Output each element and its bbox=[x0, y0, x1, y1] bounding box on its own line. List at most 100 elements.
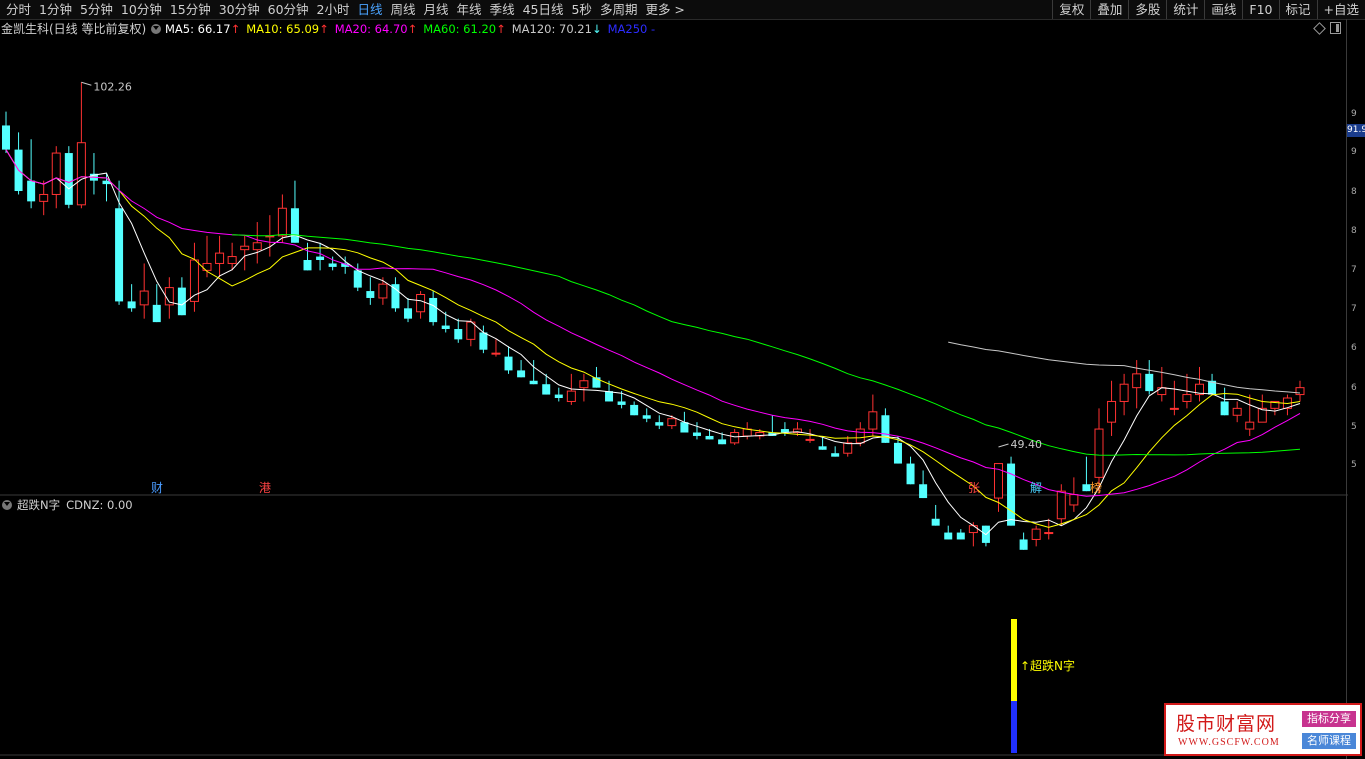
candle-body-up bbox=[1295, 387, 1305, 396]
candle-body-down bbox=[1019, 539, 1028, 550]
candle-body-up bbox=[843, 442, 853, 454]
candle-body-up bbox=[1245, 421, 1255, 430]
candle-body-down bbox=[391, 284, 400, 309]
candle-body-up bbox=[1044, 532, 1054, 535]
low-price-label: 49.40 bbox=[1010, 438, 1041, 451]
toolbar-button[interactable]: 画线 bbox=[1204, 0, 1242, 19]
toolbar-button[interactable]: +自选 bbox=[1316, 0, 1365, 19]
watermark-url: WWW.GSCFW.COM bbox=[1178, 737, 1280, 748]
candle-body-down bbox=[328, 263, 337, 267]
period-tab[interactable]: 30分钟 bbox=[215, 0, 264, 19]
signal-label: ↑超跌N字 bbox=[1020, 658, 1075, 673]
candle-body-down bbox=[705, 435, 714, 440]
candle-body-up bbox=[215, 252, 225, 264]
period-tab[interactable]: 月线 bbox=[420, 0, 453, 19]
candle-body-down bbox=[290, 208, 299, 243]
period-tab[interactable]: 1分钟 bbox=[35, 0, 76, 19]
candle-body-down bbox=[642, 415, 651, 419]
candle-body-down bbox=[504, 356, 513, 371]
toolbar-button[interactable]: 统计 bbox=[1166, 0, 1204, 19]
watermark-tag-share: 指标分享 bbox=[1302, 711, 1356, 727]
period-tab[interactable]: 45日线 bbox=[519, 0, 568, 19]
event-marker[interactable]: 解 bbox=[1030, 481, 1042, 495]
candle-body-up bbox=[51, 152, 61, 195]
candle-body-down bbox=[893, 442, 902, 464]
candle-body-up bbox=[1056, 490, 1066, 520]
kline-chart[interactable]: 102.26 49.40 财 港 张 解 榜 ↑超跌N字 bbox=[0, 19, 1348, 759]
period-tab[interactable]: 多周期 bbox=[596, 0, 642, 19]
toolbar-button[interactable]: F10 bbox=[1242, 0, 1278, 19]
period-tab[interactable]: 15分钟 bbox=[166, 0, 215, 19]
high-pointer bbox=[81, 81, 92, 86]
toolbar-button[interactable]: 复权 bbox=[1052, 0, 1090, 19]
signal-bar-base bbox=[1011, 701, 1017, 753]
candle-body-down bbox=[316, 256, 325, 261]
candle-body-down bbox=[404, 308, 413, 319]
period-tab[interactable]: 周线 bbox=[387, 0, 420, 19]
candle-body-down bbox=[617, 401, 626, 405]
candle-body-down bbox=[517, 370, 526, 378]
candle-body-up bbox=[277, 207, 287, 237]
period-tab[interactable]: 5分钟 bbox=[76, 0, 117, 19]
axis-tick-label: 5 bbox=[1351, 422, 1357, 432]
period-toolbar: 分时 1分钟 5分钟 10分钟 15分钟 30分钟 60分钟 2小时 日线 周线 月线 年线 季线 45日… bbox=[0, 0, 1365, 20]
period-tab[interactable]: 2小时 bbox=[313, 0, 354, 19]
ma5-line bbox=[5, 149, 1301, 536]
candle-body-down bbox=[303, 260, 312, 271]
candle-body-down bbox=[429, 297, 438, 323]
event-marker[interactable]: 港 bbox=[259, 481, 271, 495]
candle-body-up bbox=[378, 283, 388, 299]
candle-body-up bbox=[566, 390, 576, 402]
candle-body-up bbox=[805, 438, 815, 441]
toolbar-button[interactable]: 标记 bbox=[1278, 0, 1317, 19]
period-tab[interactable]: 5秒 bbox=[567, 0, 595, 19]
candle-body-down bbox=[944, 532, 953, 540]
period-tab[interactable]: 年线 bbox=[453, 0, 486, 19]
period-tab[interactable]: 分时 bbox=[2, 0, 35, 19]
candle-body-down bbox=[1145, 373, 1154, 392]
event-marker[interactable]: 财 bbox=[151, 481, 163, 495]
indicator-name[interactable]: 超跌N字 bbox=[17, 497, 60, 513]
period-tab[interactable]: 60分钟 bbox=[264, 0, 313, 19]
watermark-tag-course: 名师课程 bbox=[1302, 733, 1356, 749]
candle-body-down bbox=[127, 301, 136, 309]
candle-body-down bbox=[906, 463, 915, 485]
candle-body-down bbox=[919, 484, 928, 499]
candle-body-up bbox=[1119, 383, 1129, 402]
candle-body-up bbox=[579, 380, 589, 389]
candle-body-down bbox=[177, 287, 186, 316]
candle-body-up bbox=[1069, 494, 1079, 506]
candle-body-up bbox=[868, 411, 878, 430]
candle-body-down bbox=[115, 208, 124, 302]
candle-body-down bbox=[630, 404, 639, 416]
candle-body-up bbox=[742, 428, 752, 437]
high-price-label: 102.26 bbox=[93, 80, 131, 93]
candle-body-up bbox=[1232, 407, 1242, 416]
watermark-title: 股市财富网 bbox=[1176, 713, 1277, 735]
candle-body-down bbox=[605, 391, 614, 402]
candle-body-up bbox=[1182, 394, 1192, 402]
candle-body-down bbox=[529, 380, 538, 385]
candle-body-up bbox=[252, 242, 262, 251]
candle-body-down bbox=[881, 415, 890, 443]
axis-tick-label: 8 bbox=[1351, 226, 1357, 236]
period-tab[interactable]: 季线 bbox=[486, 0, 519, 19]
candle-body-down bbox=[2, 125, 10, 150]
candle-body-down bbox=[831, 453, 840, 457]
toolbar-button[interactable]: 多股 bbox=[1128, 0, 1166, 19]
collapse-circle-icon[interactable] bbox=[2, 500, 12, 510]
function-buttons: 复权 叠加 多股 统计 画线 F10 标记 +自选 bbox=[1052, 0, 1365, 19]
candle-body-up bbox=[39, 193, 49, 202]
candle-body-down bbox=[479, 332, 488, 350]
candle-body-down bbox=[366, 291, 375, 298]
candle-body-down bbox=[554, 394, 563, 399]
axis-tick-label: 7 bbox=[1351, 304, 1357, 314]
period-tab[interactable]: 日线 bbox=[354, 0, 387, 19]
toolbar-button[interactable]: 叠加 bbox=[1090, 0, 1128, 19]
event-marker[interactable]: 张 bbox=[968, 481, 980, 495]
current-price-tag: 91.9 bbox=[1347, 124, 1365, 137]
period-tab[interactable]: 更多 > bbox=[641, 0, 688, 19]
axis-tick-label: 8 bbox=[1351, 187, 1357, 197]
event-marker[interactable]: 榜 bbox=[1090, 480, 1102, 495]
period-tab[interactable]: 10分钟 bbox=[117, 0, 166, 19]
